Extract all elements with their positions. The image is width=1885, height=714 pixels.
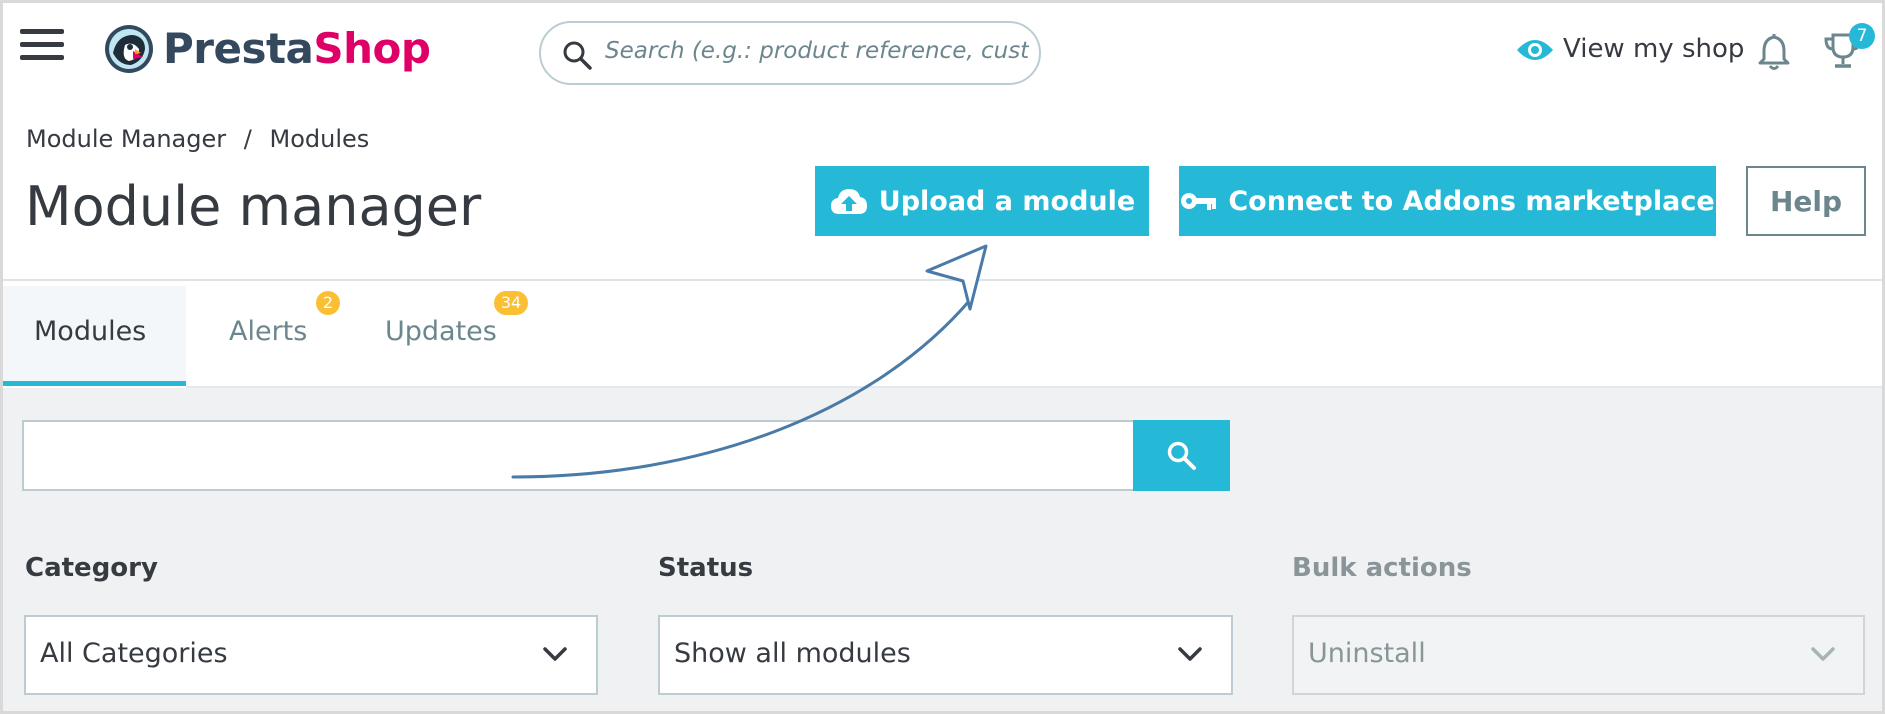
breadcrumb-current: Modules	[269, 125, 370, 153]
category-select[interactable]: All Categories	[24, 615, 598, 695]
upload-module-button[interactable]: Upload a module	[815, 166, 1149, 236]
module-search-button[interactable]	[1133, 420, 1230, 491]
breadcrumb-parent-link[interactable]: Module Manager	[26, 125, 226, 153]
status-select[interactable]: Show all modules	[658, 615, 1233, 695]
bulk-actions-label: Bulk actions	[1292, 553, 1472, 583]
tab-modules[interactable]: Modules	[3, 286, 186, 386]
logo-text: PrestaShop	[163, 28, 431, 70]
key-icon	[1181, 193, 1217, 210]
bell-icon[interactable]	[1758, 31, 1790, 71]
alerts-badge: 2	[316, 291, 340, 315]
tab-updates[interactable]: Updates 34	[373, 286, 543, 386]
module-manager-page: PrestaShop Search (e.g.: product referen…	[0, 0, 1885, 714]
tab-alerts-label: Alerts	[229, 316, 308, 347]
module-search-input[interactable]	[22, 420, 1136, 491]
logo-shop: Shop	[313, 24, 431, 73]
search-icon	[1167, 441, 1196, 470]
header-divider	[3, 279, 1882, 281]
tab-updates-label: Updates	[385, 316, 497, 347]
search-icon	[563, 41, 592, 70]
upload-module-label: Upload a module	[878, 185, 1136, 217]
logo-presta: Presta	[163, 24, 314, 73]
eye-icon	[1517, 40, 1553, 60]
status-label: Status	[658, 553, 754, 583]
status-select-value: Show all modules	[674, 638, 911, 669]
bulk-actions-select-value: Uninstall	[1308, 638, 1426, 669]
breadcrumb-separator: /	[243, 125, 252, 153]
puffin-logo-icon	[105, 25, 153, 73]
chevron-down-icon	[1178, 647, 1202, 661]
notifications-count-badge: 7	[1849, 23, 1875, 49]
category-select-value: All Categories	[40, 638, 228, 669]
global-search-input[interactable]: Search (e.g.: product reference, custome	[605, 38, 1029, 70]
connect-addons-label: Connect to Addons marketplace	[1228, 185, 1715, 217]
global-search-field[interactable]: Search (e.g.: product reference, custome	[539, 21, 1041, 85]
tab-active-underline	[3, 381, 186, 386]
view-my-shop-link[interactable]: View my shop	[1563, 34, 1744, 64]
hamburger-icon[interactable]	[20, 29, 64, 61]
help-button[interactable]: Help	[1746, 166, 1866, 236]
breadcrumb: Module Manager / Modules	[26, 125, 369, 153]
connect-addons-button[interactable]: Connect to Addons marketplace	[1179, 166, 1716, 236]
category-label: Category	[25, 553, 158, 583]
module-filters-panel: Category All Categories Status Show all …	[3, 388, 1882, 711]
bulk-actions-select[interactable]: Uninstall	[1292, 615, 1865, 695]
cloud-upload-icon	[830, 189, 867, 214]
chevron-down-icon	[543, 647, 567, 661]
page-title: Module manager	[25, 175, 482, 238]
chevron-down-icon	[1811, 647, 1835, 661]
logo[interactable]: PrestaShop	[103, 23, 431, 75]
tab-modules-label: Modules	[34, 316, 147, 347]
updates-badge: 34	[494, 291, 528, 315]
tab-alerts[interactable]: Alerts 2	[203, 286, 353, 386]
